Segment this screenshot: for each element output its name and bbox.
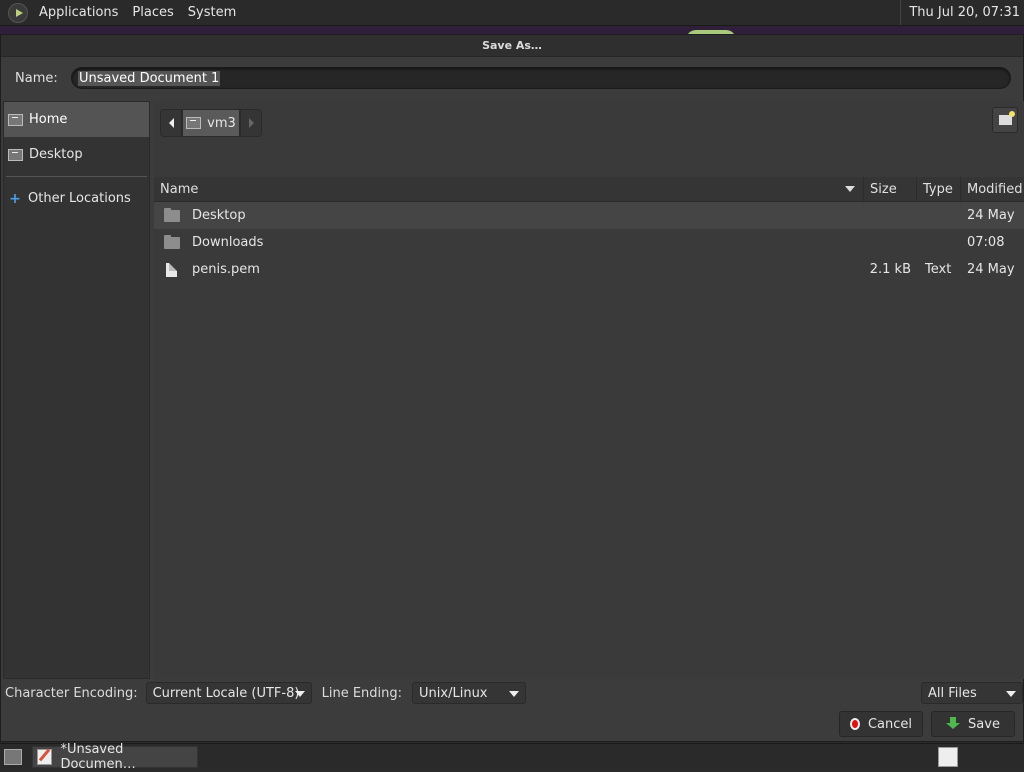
column-header: Name Size Type Modified (154, 177, 1024, 202)
create-folder-button[interactable] (992, 107, 1018, 133)
dialog-buttons: Cancel Save (839, 711, 1015, 737)
save-label: Save (968, 716, 1000, 732)
menu-places[interactable]: Places (125, 5, 180, 20)
encoding-select[interactable]: Current Locale (UTF-8) (145, 682, 312, 704)
taskbar-window-label: *Unsaved Documen… (60, 741, 136, 772)
file-icon (166, 262, 177, 277)
file-list: Desktop 24 May Downloads 07:08 penis.pem (154, 202, 1024, 283)
file-row[interactable]: Desktop 24 May (154, 202, 1024, 229)
text-editor-icon (37, 748, 53, 765)
chevron-down-icon (294, 691, 305, 697)
file-modified: 24 May (967, 262, 1015, 277)
column-type[interactable]: Type (917, 177, 961, 201)
save-button[interactable]: Save (931, 711, 1015, 737)
sidebar-item-home[interactable]: Home (4, 102, 149, 137)
column-type-label: Type (923, 181, 953, 197)
file-size: 2.1 kB (869, 262, 911, 277)
encoding-value: Current Locale (UTF-8) (152, 685, 300, 701)
filename-input[interactable]: Unsaved Document 1 (71, 67, 1011, 89)
file-type: Text (925, 262, 952, 277)
sidebar-item-label: Other Locations (28, 191, 131, 206)
sidebar-item-desktop[interactable]: Desktop (4, 137, 149, 172)
file-browser: vm3 Name Size Type Modified Desktop 24 M… (154, 101, 1024, 679)
path-label: vm3 (207, 115, 236, 131)
save-as-dialog: Save As… Name: Unsaved Document 1 Home D… (0, 34, 1024, 742)
app-menu-logo-icon[interactable] (8, 2, 28, 23)
column-modified[interactable]: Modified (961, 177, 1024, 201)
sidebar-item-label: Desktop (29, 147, 83, 162)
chevron-right-icon (248, 118, 254, 128)
taskbar: *Unsaved Documen… (0, 742, 1024, 772)
file-filter-value: All Files (928, 685, 977, 701)
sidebar-item-label: Home (29, 112, 68, 127)
column-size-label: Size (870, 181, 897, 197)
plus-icon: + (9, 190, 21, 207)
path-back-button[interactable] (160, 109, 182, 137)
file-row[interactable]: penis.pem 2.1 kB Text 24 May (154, 256, 1024, 283)
sidebar-divider (6, 176, 147, 177)
line-ending-label: Line Ending: (321, 685, 403, 701)
path-button-vm3[interactable]: vm3 (182, 109, 240, 137)
chevron-down-icon (1006, 691, 1016, 697)
home-folder-icon (186, 117, 202, 129)
taskbar-window-button[interactable]: *Unsaved Documen… (32, 742, 198, 772)
places-sidebar: Home Desktop + Other Locations (3, 101, 150, 679)
folder-icon (164, 234, 180, 249)
new-folder-icon (998, 111, 1015, 125)
file-name: penis.pem (192, 262, 260, 277)
text-editor-tray-icon[interactable] (938, 747, 958, 767)
file-name-cell: Desktop (154, 207, 864, 223)
top-menu: Applications Places System (32, 0, 243, 25)
file-modified: 24 May (967, 208, 1015, 223)
file-filter-select[interactable]: All Files (921, 682, 1023, 704)
desktop-folder-icon (8, 148, 23, 161)
file-modified: 07:08 (967, 235, 1005, 250)
path-bar: vm3 (160, 109, 262, 137)
filename-value: Unsaved Document 1 (78, 70, 221, 86)
chevron-left-icon (168, 118, 174, 128)
column-modified-label: Modified (967, 181, 1023, 197)
sidebar-item-other-locations[interactable]: + Other Locations (4, 181, 149, 216)
options-bar: Character Encoding: Current Locale (UTF-… (1, 679, 1024, 707)
home-folder-icon (8, 113, 23, 126)
menu-applications[interactable]: Applications (32, 5, 125, 20)
cancel-icon (850, 718, 860, 730)
file-name-cell: penis.pem (154, 262, 864, 277)
menu-system[interactable]: System (181, 5, 243, 20)
line-ending-value: Unix/Linux (419, 685, 488, 701)
file-row[interactable]: Downloads 07:08 (154, 229, 1024, 256)
file-name: Desktop (192, 208, 246, 223)
encoding-label: Character Encoding: (5, 685, 138, 701)
show-desktop-icon[interactable] (4, 748, 22, 765)
chevron-down-icon (509, 691, 520, 697)
cancel-label: Cancel (867, 716, 912, 732)
cancel-button[interactable]: Cancel (839, 711, 923, 737)
column-name-label: Name (160, 181, 199, 197)
sort-down-icon (845, 186, 855, 192)
download-save-icon (946, 717, 961, 731)
file-name-cell: Downloads (154, 234, 864, 250)
clock[interactable]: Thu Jul 20, 07:31 (900, 0, 1020, 25)
file-name: Downloads (192, 235, 264, 250)
path-forward-button[interactable] (240, 109, 262, 137)
column-name[interactable]: Name (154, 177, 864, 201)
folder-icon (164, 207, 180, 222)
name-label: Name: (15, 70, 58, 86)
column-size[interactable]: Size (864, 177, 917, 201)
name-row: Name: Unsaved Document 1 (1, 57, 1024, 99)
top-panel: Applications Places System Thu Jul 20, 0… (0, 0, 1024, 26)
dialog-title: Save As… (1, 35, 1023, 57)
line-ending-select[interactable]: Unix/Linux (412, 682, 527, 704)
